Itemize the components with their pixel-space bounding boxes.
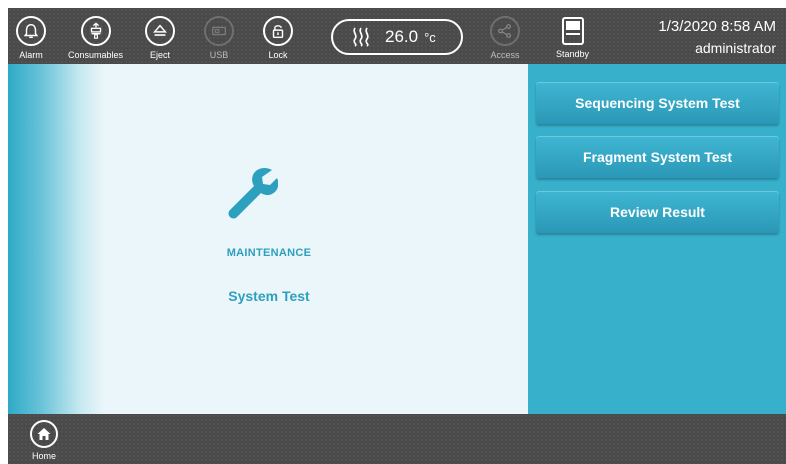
- standby-label: Standby: [556, 49, 590, 59]
- home-label: Home: [31, 451, 56, 461]
- consumables-icon: [80, 16, 111, 46]
- page-heading: System Test: [228, 288, 310, 304]
- lock-label: Lock: [268, 50, 288, 60]
- eject-button[interactable]: Eject: [145, 8, 175, 64]
- home-icon: [30, 420, 58, 448]
- access-button[interactable]: Access: [490, 8, 520, 64]
- usb-label: USB: [209, 50, 229, 60]
- temperature-unit: °c: [424, 29, 436, 45]
- consumables-button[interactable]: Consumables: [68, 8, 123, 64]
- clock: 1/3/2020 8:58 AM administrator: [658, 18, 776, 58]
- access-label: Access: [490, 50, 520, 60]
- alarm-button[interactable]: Alarm: [16, 8, 46, 64]
- usb-icon: [204, 16, 234, 46]
- standby-icon: [561, 17, 584, 45]
- temperature-display[interactable]: 26.0 °c: [331, 19, 463, 55]
- home-button[interactable]: Home: [30, 420, 58, 461]
- sequencing-system-test-button[interactable]: Sequencing System Test: [536, 82, 779, 124]
- left-edge-stripe: [8, 64, 104, 414]
- temperature-value: 26.0: [385, 27, 419, 46]
- section-title: MAINTENANCE: [226, 247, 312, 259]
- wrench-icon: [228, 167, 278, 219]
- review-result-button[interactable]: Review Result: [536, 191, 779, 233]
- bell-icon: [16, 16, 46, 46]
- datetime: 1/3/2020 8:58 AM: [658, 18, 776, 35]
- lock-button[interactable]: Lock: [263, 8, 293, 64]
- usb-button[interactable]: USB: [204, 8, 234, 64]
- standby-button[interactable]: Standby: [556, 8, 589, 64]
- current-user: administrator: [695, 40, 776, 56]
- heat-icon: [353, 27, 369, 47]
- consumables-label: Consumables: [68, 50, 124, 60]
- lock-icon: [263, 16, 293, 46]
- eject-icon: [145, 16, 175, 46]
- alarm-label: Alarm: [19, 50, 43, 60]
- bottom-bar: Home: [8, 414, 786, 464]
- share-icon: [490, 16, 520, 46]
- main-panel: MAINTENANCE System Test: [104, 64, 528, 414]
- action-panel: Sequencing System Test Fragment System T…: [528, 64, 786, 414]
- top-toolbar: Alarm Consumables Eject USB Lock 26.0 °c: [8, 8, 786, 64]
- fragment-system-test-button[interactable]: Fragment System Test: [536, 136, 779, 178]
- eject-label: Eject: [149, 50, 170, 60]
